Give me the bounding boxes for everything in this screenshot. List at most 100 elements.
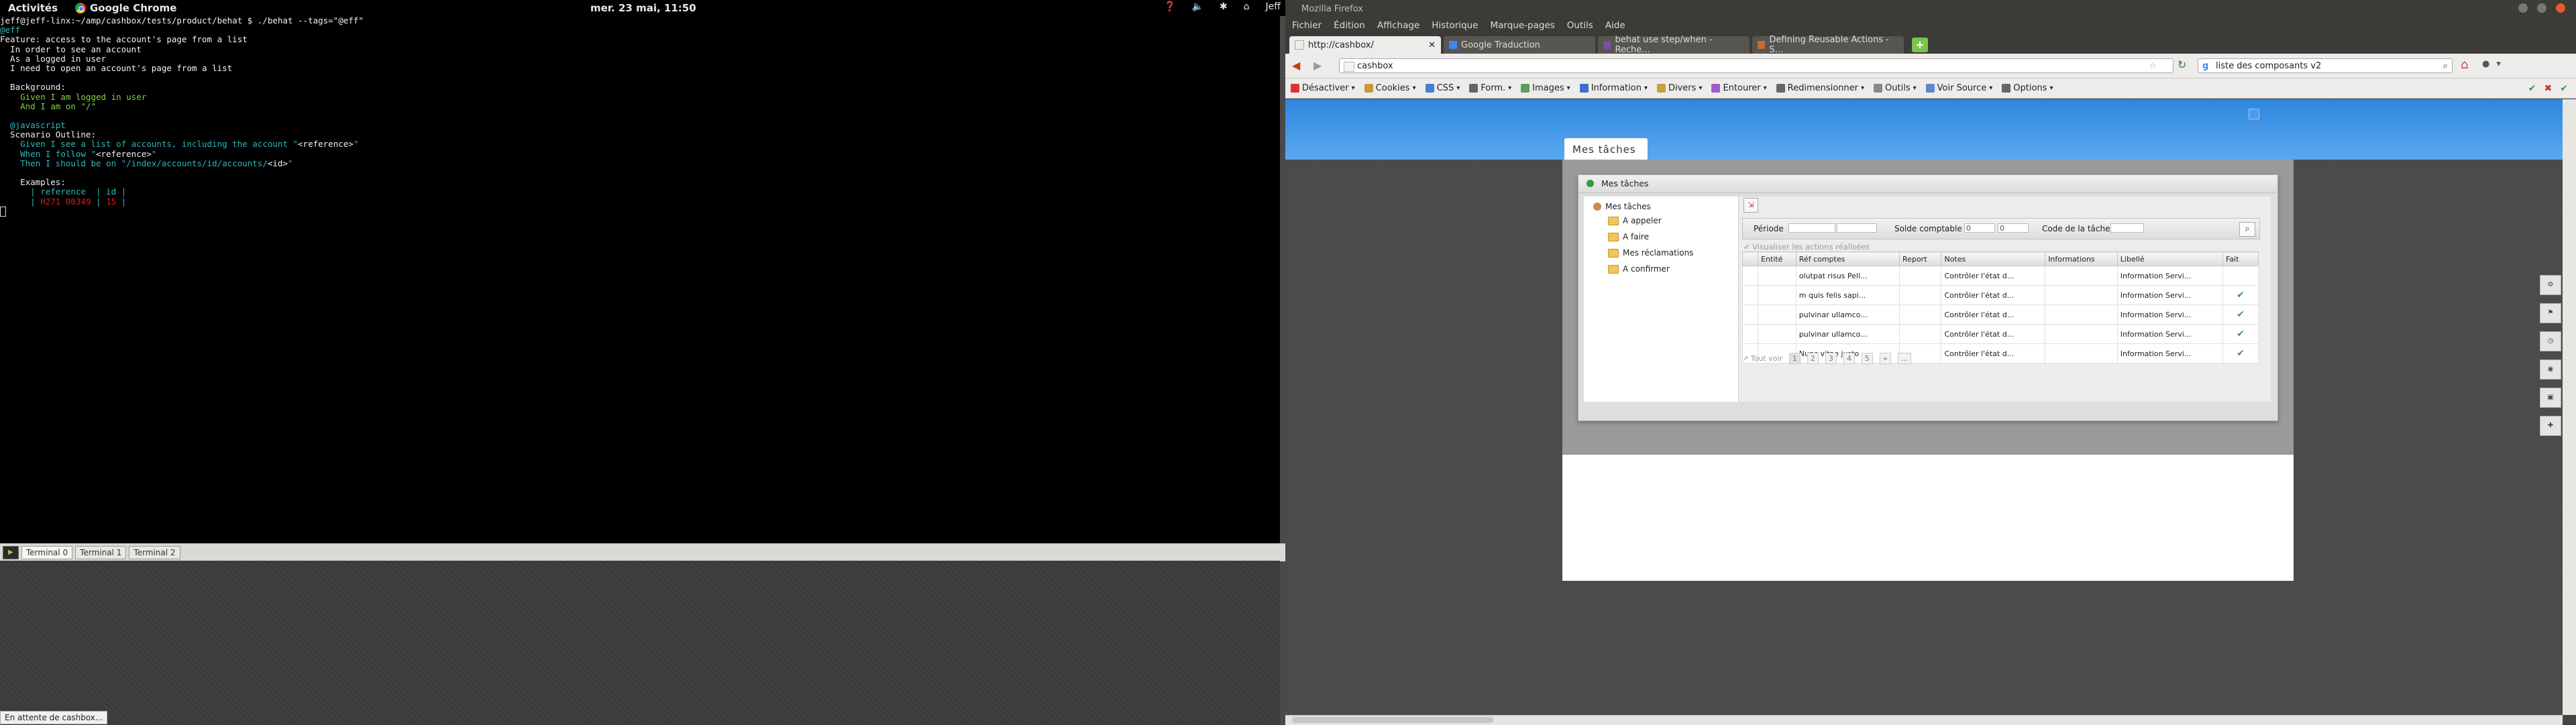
page-1[interactable]: 1	[1788, 352, 1801, 364]
close-tab-icon[interactable]: ✕	[1428, 40, 1436, 50]
table-row[interactable]: pulvinar ullamco... Contrôler l'état d...…	[1742, 304, 2259, 325]
page-4[interactable]: 4	[1843, 352, 1855, 364]
new-tab-button[interactable]: +	[1912, 38, 1928, 52]
column-header[interactable]: Report	[1899, 252, 1942, 266]
header-toggle-icon[interactable]	[2249, 109, 2259, 119]
bookmark-star-icon[interactable]: ☆	[2149, 59, 2157, 74]
column-header[interactable]: Fait	[2222, 252, 2259, 266]
devbar-d-sactiver[interactable]: Désactiver ▾	[1291, 83, 1355, 93]
solde-max-input[interactable]: 0	[1998, 223, 2029, 233]
column-header[interactable]: Informations	[2045, 252, 2118, 266]
search-engine-icon[interactable]: g	[2202, 59, 2208, 74]
devbar-images[interactable]: Images ▾	[1521, 83, 1570, 93]
site-identity-icon[interactable]	[1344, 62, 1354, 72]
browser-tab-cashbox[interactable]: http://cashbox/ ✕	[1289, 36, 1441, 54]
column-header[interactable]: Libellé	[2116, 252, 2224, 266]
tool-icon[interactable]: ▣	[2540, 388, 2561, 408]
tool-icon[interactable]: ◉	[2540, 359, 2561, 380]
clock[interactable]: mer. 23 mai, 11:50	[590, 2, 696, 14]
tool-icon[interactable]: ⚙	[2540, 275, 2561, 295]
maximize-icon[interactable]	[2537, 3, 2546, 13]
export-icon[interactable]: ⇲	[1743, 198, 1758, 213]
js-valid-icon[interactable]: ✔	[2560, 83, 2568, 94]
minimize-icon[interactable]	[2518, 3, 2528, 13]
network-icon[interactable]: ⌂	[1244, 1, 1250, 12]
devbar-css[interactable]: CSS ▾	[1425, 83, 1460, 93]
browser-tab-behat[interactable]: behat use step/when - Reche...	[1598, 35, 1750, 55]
devbar-entourer[interactable]: Entourer ▾	[1711, 83, 1767, 93]
browser-tab-defining[interactable]: Defining Reusable Actions - S...	[1752, 35, 1904, 55]
volume-icon[interactable]: 🔈	[1191, 1, 1203, 12]
done-check-icon[interactable]: ✔	[2222, 285, 2259, 305]
page-tab-mes-taches[interactable]: Mes tâches	[1564, 138, 1648, 160]
user-menu[interactable]: Jeff	[1266, 1, 1281, 12]
tree-item-a-confirmer[interactable]: A confirmer	[1608, 264, 1670, 274]
menu-aide[interactable]: Aide	[1605, 20, 1625, 31]
bluetooth-icon[interactable]: ✱	[1220, 1, 1228, 12]
column-header[interactable]: Entité	[1758, 252, 1796, 266]
tree-item-a-faire[interactable]: A faire	[1608, 232, 1649, 241]
url-bar[interactable]: cashbox ☆	[1339, 58, 2174, 73]
page-more[interactable]: ...	[1897, 352, 1912, 364]
solde-min-input[interactable]: 0	[1964, 223, 1995, 233]
tree-item-a-appeler[interactable]: A appeler	[1608, 216, 1662, 225]
browser-tab-translate[interactable]: Google Traduction	[1444, 36, 1595, 54]
menu-historique[interactable]: Historique	[1432, 20, 1478, 31]
code-input[interactable]	[2110, 223, 2144, 233]
table-row[interactable]: olutpat risus Pell... Contrôler l'état d.…	[1742, 266, 2259, 286]
page-next[interactable]: »	[1879, 352, 1891, 364]
periode-start-input[interactable]	[1788, 223, 1835, 233]
home-icon[interactable]: ⌂	[2461, 58, 2468, 72]
css-valid-icon[interactable]: ✔	[2528, 83, 2536, 94]
show-all-link[interactable]: ↗ Tout voir	[1742, 354, 1782, 363]
close-icon[interactable]	[2556, 3, 2565, 13]
devbar-voir-source[interactable]: Voir Source ▾	[1925, 83, 1992, 93]
terminal-tab-0[interactable]: Terminal 0	[21, 546, 73, 559]
tree-root[interactable]: Mes tâches	[1593, 202, 1651, 211]
devbar-cookies[interactable]: Cookies ▾	[1364, 83, 1416, 93]
devbar-outils[interactable]: Outils ▾	[1874, 83, 1917, 93]
done-check-icon[interactable]: ✔	[2222, 304, 2259, 325]
search-bar[interactable]: g liste des composants v2 ⌕	[2198, 58, 2453, 73]
page-3[interactable]: 3	[1825, 352, 1837, 364]
app-menu[interactable]: Google Chrome	[75, 2, 176, 14]
devbar-options[interactable]: Options ▾	[2002, 83, 2053, 93]
search-icon[interactable]: ⌕	[2239, 222, 2255, 237]
forward-icon[interactable]: ▶	[1313, 59, 1322, 72]
terminal-output[interactable]: jeff@jeff-linx:~/amp/cashbox/tests/produ…	[0, 16, 1280, 543]
done-check-icon[interactable]: ✔	[2222, 324, 2259, 344]
visualiser-toggle[interactable]: ✔ Visualiser les actions réalisées	[1743, 242, 1870, 252]
vertical-scrollbar[interactable]	[2563, 99, 2576, 715]
table-row[interactable]: m quis felis sapi... Contrôler l'état d..…	[1742, 285, 2259, 305]
menu-marque-pages[interactable]: Marque-pages	[1491, 20, 1555, 31]
tree-item-mes-reclamations[interactable]: Mes réclamations	[1608, 248, 1693, 258]
fait-cell[interactable]	[2222, 266, 2259, 286]
back-icon[interactable]: ◀	[1292, 59, 1300, 72]
reload-icon[interactable]: ↻	[2178, 58, 2191, 71]
page-5[interactable]: 5	[1861, 352, 1873, 364]
search-icon[interactable]: ⌕	[2443, 59, 2448, 74]
table-row[interactable]: pulvinar ullamco... Contrôler l'état d...…	[1742, 324, 2259, 344]
help-icon[interactable]: ❓	[1164, 1, 1175, 12]
tool-icon[interactable]: ✚	[2540, 416, 2561, 436]
column-header[interactable]: Réf comptes	[1795, 252, 1900, 266]
terminal-tab-2[interactable]: Terminal 2	[129, 546, 180, 559]
activities-button[interactable]: Activités	[8, 2, 58, 14]
menu-fichier[interactable]: Fichier	[1292, 20, 1322, 31]
periode-end-input[interactable]	[1837, 223, 1877, 233]
devbar-redimensionner[interactable]: Redimensionner ▾	[1776, 83, 1864, 93]
devbar-information[interactable]: Information ▾	[1579, 83, 1648, 93]
horizontal-scrollbar[interactable]	[1285, 715, 2563, 725]
devbar-form-[interactable]: Form. ▾	[1469, 83, 1511, 93]
menu-chevron-icon[interactable]: ▾	[2496, 59, 2501, 69]
scroll-thumb[interactable]	[1292, 717, 1493, 723]
addon-icon[interactable]: ●	[2482, 59, 2489, 69]
column-header[interactable]: Notes	[1941, 252, 2046, 266]
error-icon[interactable]: ✖	[2544, 83, 2553, 94]
menu-outils[interactable]: Outils	[1567, 20, 1593, 31]
tool-icon[interactable]: ⚑	[2540, 303, 2561, 323]
page-2[interactable]: 2	[1807, 352, 1819, 364]
menu-edition[interactable]: Édition	[1334, 20, 1365, 31]
terminal-tab-1[interactable]: Terminal 1	[75, 546, 127, 559]
window-divider[interactable]	[1280, 16, 1285, 724]
